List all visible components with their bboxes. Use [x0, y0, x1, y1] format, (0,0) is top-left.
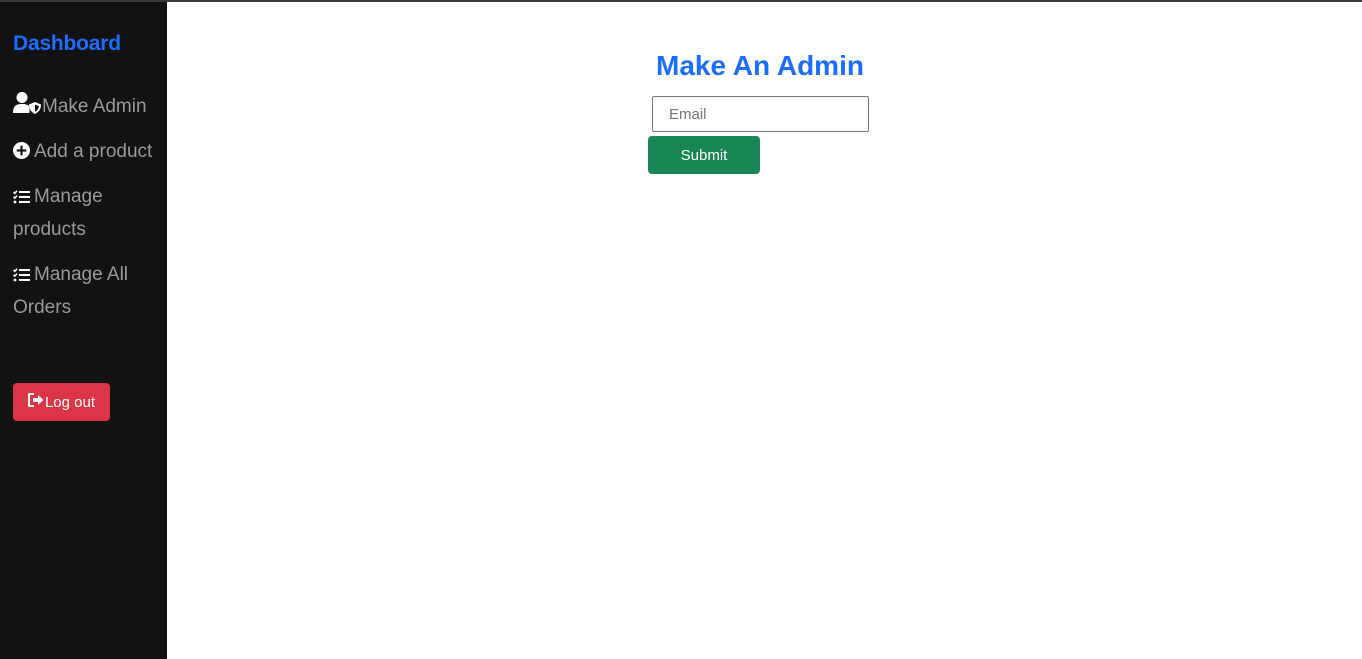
- sidebar-item-make-admin[interactable]: Make Admin: [13, 90, 163, 123]
- logout-button[interactable]: Log out: [13, 383, 110, 421]
- tasks-icon: [12, 264, 34, 285]
- page-title: Make An Admin: [656, 50, 864, 81]
- dashboard-brand[interactable]: Dashboard: [13, 32, 121, 56]
- sidebar-item-manage-products[interactable]: Manage products: [12, 180, 163, 246]
- submit-button[interactable]: Submit: [648, 136, 760, 174]
- plus-circle-icon: [13, 141, 34, 162]
- sidebar-item-add-product[interactable]: Add a product: [13, 135, 163, 168]
- sidebar-item-label: Add a product: [34, 141, 153, 162]
- tasks-icon: [12, 186, 34, 207]
- sidebar-item-manage-all-orders[interactable]: Manage All Orders: [12, 258, 163, 324]
- email-input[interactable]: [652, 96, 869, 132]
- user-shield-icon: [13, 92, 42, 117]
- sign-out-icon: [27, 393, 45, 411]
- top-border: [0, 0, 1362, 2]
- sidebar-item-label: Make Admin: [42, 96, 147, 117]
- logout-label: Log out: [44, 393, 96, 411]
- sidebar: Dashboard Make Admin Add a product Manag…: [0, 2, 167, 659]
